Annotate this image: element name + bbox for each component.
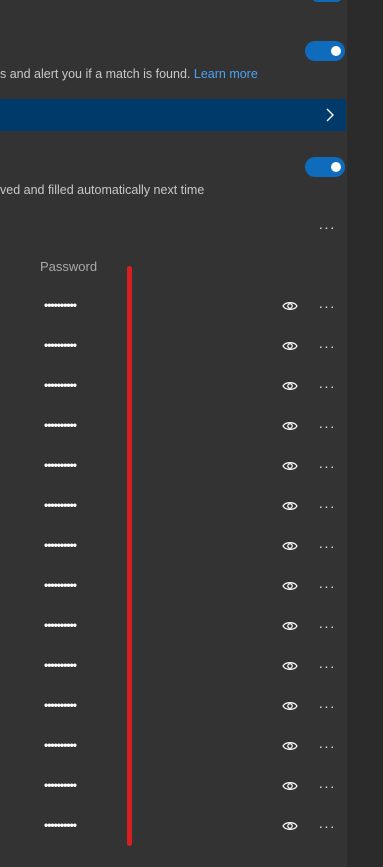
- settings-panel: s and alert you if a match is found. Lea…: [0, 0, 347, 867]
- masked-password: ••••••••••: [44, 738, 77, 752]
- password-row: •••••••••• ···: [0, 287, 347, 327]
- masked-password: ••••••••••: [44, 458, 77, 472]
- eye-icon[interactable]: [282, 419, 298, 437]
- autofill-toggle[interactable]: [305, 157, 345, 177]
- more-options-icon[interactable]: ···: [316, 739, 338, 753]
- more-options-icon[interactable]: ···: [316, 659, 338, 673]
- breach-alert-description: s and alert you if a match is found. Lea…: [0, 67, 258, 81]
- more-options-icon[interactable]: ···: [316, 459, 338, 473]
- masked-password: ••••••••••: [44, 658, 77, 672]
- password-row: •••••••••• ···: [0, 727, 347, 767]
- breach-alert-toggle[interactable]: [305, 41, 345, 61]
- eye-icon[interactable]: [282, 339, 298, 357]
- more-options-icon[interactable]: ···: [316, 499, 338, 513]
- password-row: •••••••••• ···: [0, 607, 347, 647]
- annotation-line: [127, 266, 132, 846]
- eye-icon[interactable]: [282, 539, 298, 557]
- breach-alert-text: s and alert you if a match is found.: [0, 67, 191, 81]
- autofill-description: ved and filled automatically next time: [0, 183, 205, 197]
- toggle-knob: [331, 162, 341, 172]
- masked-password: ••••••••••: [44, 298, 77, 312]
- password-row: •••••••••• ···: [0, 567, 347, 607]
- more-options-icon[interactable]: ···: [316, 419, 338, 433]
- nav-row[interactable]: [0, 99, 346, 131]
- eye-icon[interactable]: [282, 299, 298, 317]
- more-options-icon[interactable]: ···: [316, 699, 338, 713]
- password-column-header: Password: [40, 259, 98, 274]
- password-row: •••••••••• ···: [0, 327, 347, 367]
- masked-password: ••••••••••: [44, 818, 77, 832]
- more-options-icon[interactable]: ···: [316, 619, 338, 633]
- masked-password: ••••••••••: [44, 338, 77, 352]
- more-options-icon[interactable]: ···: [316, 579, 338, 593]
- masked-password: ••••••••••: [44, 418, 77, 432]
- more-options-icon[interactable]: ···: [316, 379, 338, 393]
- password-row: •••••••••• ···: [0, 807, 347, 847]
- password-row: •••••••••• ···: [0, 487, 347, 527]
- masked-password: ••••••••••: [44, 378, 77, 392]
- password-row: •••••••••• ···: [0, 407, 347, 447]
- masked-password: ••••••••••: [44, 698, 77, 712]
- eye-icon[interactable]: [282, 619, 298, 637]
- password-row: •••••••••• ···: [0, 687, 347, 727]
- more-options-icon[interactable]: ···: [316, 539, 338, 553]
- masked-password: ••••••••••: [44, 538, 77, 552]
- masked-password: ••••••••••: [44, 618, 77, 632]
- password-row: •••••••••• ···: [0, 527, 347, 567]
- eye-icon[interactable]: [282, 459, 298, 477]
- password-row: •••••••••• ···: [0, 647, 347, 687]
- partial-toggle[interactable]: [312, 0, 342, 2]
- more-options-icon[interactable]: ···: [316, 299, 338, 313]
- more-options-icon[interactable]: ···: [316, 779, 338, 793]
- masked-password: ••••••••••: [44, 778, 77, 792]
- eye-icon[interactable]: [282, 699, 298, 717]
- eye-icon[interactable]: [282, 579, 298, 597]
- learn-more-link[interactable]: Learn more: [194, 67, 258, 81]
- password-row: •••••••••• ···: [0, 447, 347, 487]
- toggle-knob: [331, 46, 341, 56]
- eye-icon[interactable]: [282, 379, 298, 397]
- eye-icon[interactable]: [282, 499, 298, 517]
- eye-icon[interactable]: [282, 779, 298, 797]
- more-options-icon[interactable]: ···: [316, 819, 338, 833]
- chevron-right-icon: [326, 108, 334, 127]
- masked-password: ••••••••••: [44, 578, 77, 592]
- password-row: •••••••••• ···: [0, 367, 347, 407]
- eye-icon[interactable]: [282, 739, 298, 757]
- eye-icon[interactable]: [282, 819, 298, 837]
- eye-icon[interactable]: [282, 659, 298, 677]
- masked-password: ••••••••••: [44, 498, 77, 512]
- more-options-icon[interactable]: ···: [316, 339, 338, 353]
- password-row: •••••••••• ···: [0, 767, 347, 807]
- more-options-icon[interactable]: ···: [316, 220, 338, 234]
